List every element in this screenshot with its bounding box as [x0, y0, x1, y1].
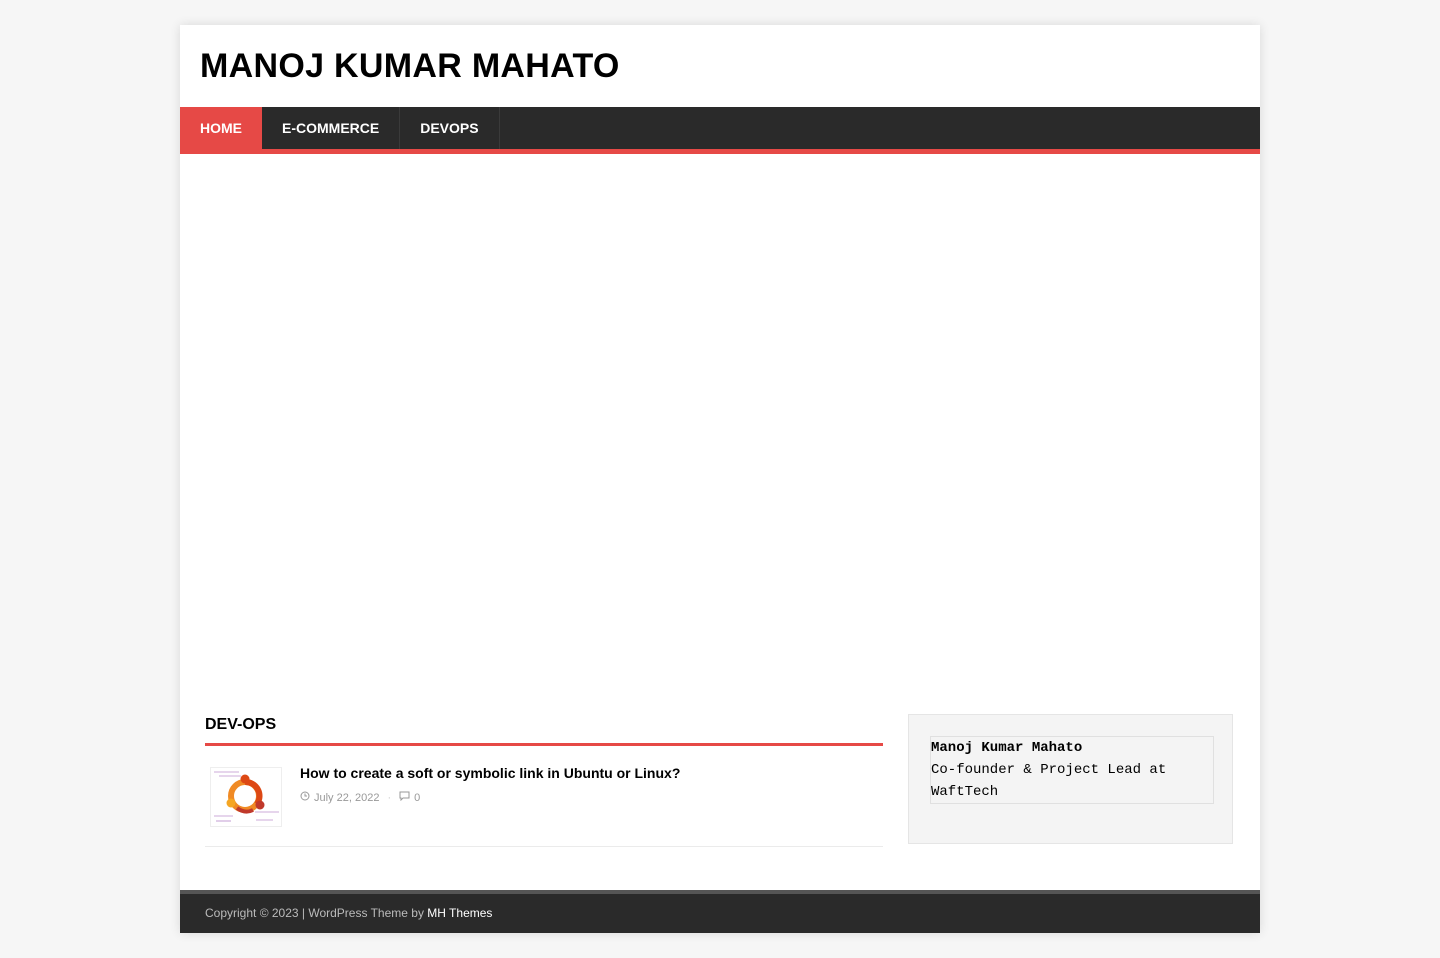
author-role: Co-founder & Project Lead at WaftTech [931, 762, 1167, 800]
footer-theme-link[interactable]: MH Themes [427, 906, 492, 920]
section-title: DEV-OPS [205, 715, 883, 746]
nav-item-devops[interactable]: DEVOPS [400, 107, 500, 149]
footer-copyright-text: Copyright © 2023 | WordPress Theme by [205, 906, 428, 920]
site-title[interactable]: MANOJ KUMAR MAHATO [200, 45, 620, 87]
post-item: How to create a soft or symbolic link in… [205, 746, 883, 847]
footer-copyright: Copyright © 2023 | WordPress Theme by MH… [205, 906, 492, 920]
post-title[interactable]: How to create a soft or symbolic link in… [300, 765, 680, 781]
author-name: Manoj Kumar Mahato [931, 740, 1083, 756]
meta-separator: · [387, 791, 392, 804]
main-content: DEV-OPS How to create a soft or symbolic… [205, 715, 883, 847]
ubuntu-logo-icon [211, 768, 281, 826]
page-container: MANOJ KUMAR MAHATO HOME E-COMMERCE DEVOP… [180, 25, 1260, 933]
comment-icon [399, 791, 410, 804]
nav-item-home[interactable]: HOME [180, 107, 262, 149]
post-comments-count[interactable]: 0 [414, 792, 420, 804]
footer: Copyright © 2023 | WordPress Theme by MH… [180, 890, 1260, 933]
clock-icon [300, 791, 310, 804]
main-navigation: HOME E-COMMERCE DEVOPS [180, 107, 1260, 154]
post-thumbnail[interactable] [210, 767, 282, 827]
post-date[interactable]: July 22, 2022 [314, 792, 379, 804]
sidebar: Manoj Kumar Mahato Co-founder & Project … [908, 714, 1233, 844]
author-widget: Manoj Kumar Mahato Co-founder & Project … [930, 736, 1214, 804]
nav-item-e-commerce[interactable]: E-COMMERCE [262, 107, 401, 149]
post-meta: July 22, 2022 · 0 [300, 791, 420, 804]
